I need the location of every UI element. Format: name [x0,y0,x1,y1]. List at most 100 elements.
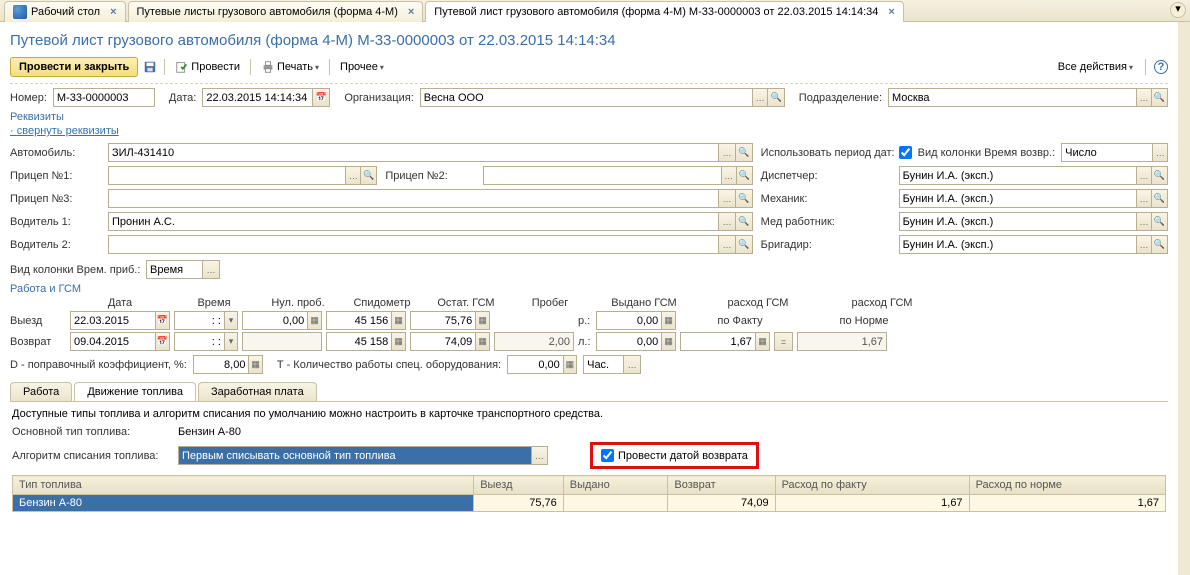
save-icon[interactable] [142,59,158,75]
return-time-input[interactable] [174,332,224,351]
number-input[interactable] [53,88,155,107]
cell-return[interactable]: 74,09 [668,495,775,512]
dispatcher-input[interactable] [899,166,1136,185]
close-icon[interactable]: × [408,6,414,18]
col-arr-input[interactable] [146,260,202,279]
tabs-more-button[interactable]: ▾ [1170,2,1186,18]
trailer3-input[interactable] [108,189,718,208]
tab-desktop[interactable]: Рабочий стол × [4,1,126,22]
brigadir-input[interactable] [899,235,1136,254]
spinner-icon[interactable]: ▾ [224,332,238,351]
select-icon[interactable]: … [1136,235,1152,254]
trailer2-input[interactable] [483,166,720,185]
equals-button[interactable]: = [774,332,793,351]
open-icon[interactable]: 🔍 [1152,88,1168,107]
calc-icon[interactable]: ▦ [248,355,262,374]
print-button[interactable]: Печать [257,58,323,76]
collapse-requisites-link[interactable]: свернуть реквизиты [10,125,119,137]
date-input[interactable] [202,88,312,107]
cell-type[interactable]: Бензин А-80 [13,495,474,512]
col-depart[interactable]: Выезд [474,476,564,495]
algo-input[interactable] [178,446,531,465]
select-icon[interactable]: … [1136,166,1152,185]
select-icon[interactable]: … [345,166,361,185]
return-date-input[interactable] [70,332,155,351]
depart-zero-input[interactable] [242,311,307,330]
calc-icon[interactable]: ▦ [661,332,676,351]
table-row[interactable]: Бензин А-80 75,76 74,09 1,67 1,67 [13,495,1166,512]
return-date-checkbox[interactable] [601,449,614,462]
tab-fuel[interactable]: Движение топлива [74,382,196,401]
tab-salary[interactable]: Заработная плата [198,382,317,401]
col-return[interactable]: Возврат [668,476,775,495]
select-icon[interactable]: … [718,189,735,208]
open-icon[interactable]: 🔍 [1152,235,1168,254]
mechanic-input[interactable] [899,189,1136,208]
d-input[interactable] [193,355,249,374]
select-icon[interactable]: … [718,235,735,254]
cell-fact[interactable]: 1,67 [775,495,969,512]
org-input[interactable] [420,88,752,107]
open-icon[interactable]: 🔍 [736,235,753,254]
select-icon[interactable]: … [752,88,769,107]
fact-input[interactable] [680,332,755,351]
post-and-close-button[interactable]: Провести и закрыть [10,57,138,77]
trailer1-input[interactable] [108,166,345,185]
help-icon[interactable]: ? [1154,60,1168,74]
all-actions-button[interactable]: Все действия [1054,59,1137,75]
issued-r-input[interactable] [596,311,661,330]
cell-norm[interactable]: 1,67 [969,495,1165,512]
close-icon[interactable]: × [110,6,116,18]
col-fact[interactable]: Расход по факту [775,476,969,495]
col-type[interactable]: Тип топлива [13,476,474,495]
t-unit-input[interactable] [583,355,623,374]
depart-speedo-input[interactable] [326,311,391,330]
select-icon[interactable]: … [1136,88,1152,107]
post-button[interactable]: Провести [171,58,244,76]
issued-l-input[interactable] [596,332,661,351]
open-icon[interactable]: 🔍 [1152,212,1168,231]
open-icon[interactable]: 🔍 [736,143,753,162]
col-return-input[interactable] [1061,143,1152,162]
return-speedo-input[interactable] [326,332,391,351]
cell-issued[interactable] [563,495,668,512]
depart-time-input[interactable] [174,311,224,330]
open-icon[interactable]: 🔍 [1152,166,1168,185]
use-period-checkbox[interactable] [899,146,912,159]
select-icon[interactable]: … [623,355,641,374]
tab-list[interactable]: Путевые листы грузового автомобиля (форм… [128,1,424,22]
depart-date-input[interactable] [70,311,155,330]
col-issued[interactable]: Выдано [563,476,668,495]
select-icon[interactable]: … [531,446,548,465]
select-icon[interactable]: … [718,143,735,162]
open-icon[interactable]: 🔍 [737,166,753,185]
med-input[interactable] [899,212,1136,231]
calendar-icon[interactable]: 📅 [155,332,170,351]
calc-icon[interactable]: ▦ [563,355,577,374]
other-button[interactable]: Прочее [336,59,388,75]
col-norm[interactable]: Расход по норме [969,476,1165,495]
t-input[interactable] [507,355,563,374]
tab-work[interactable]: Работа [10,382,72,401]
driver2-input[interactable] [108,235,718,254]
calc-icon[interactable]: ▦ [307,311,322,330]
depart-remain-input[interactable] [410,311,475,330]
open-icon[interactable]: 🔍 [736,212,753,231]
calendar-icon[interactable]: 📅 [312,88,330,107]
calc-icon[interactable]: ▦ [755,332,770,351]
dept-input[interactable] [888,88,1136,107]
return-remain-input[interactable] [410,332,475,351]
cell-depart[interactable]: 75,76 [474,495,564,512]
select-icon[interactable]: … [1152,143,1168,162]
select-icon[interactable]: … [1136,212,1152,231]
select-icon[interactable]: … [202,260,220,279]
open-icon[interactable]: 🔍 [1152,189,1168,208]
calendar-icon[interactable]: 📅 [155,311,170,330]
open-icon[interactable]: 🔍 [361,166,377,185]
calc-icon[interactable]: ▦ [475,311,490,330]
auto-input[interactable] [108,143,718,162]
select-icon[interactable]: … [721,166,737,185]
close-icon[interactable]: × [888,6,894,18]
driver1-input[interactable] [108,212,718,231]
calc-icon[interactable]: ▦ [391,332,406,351]
